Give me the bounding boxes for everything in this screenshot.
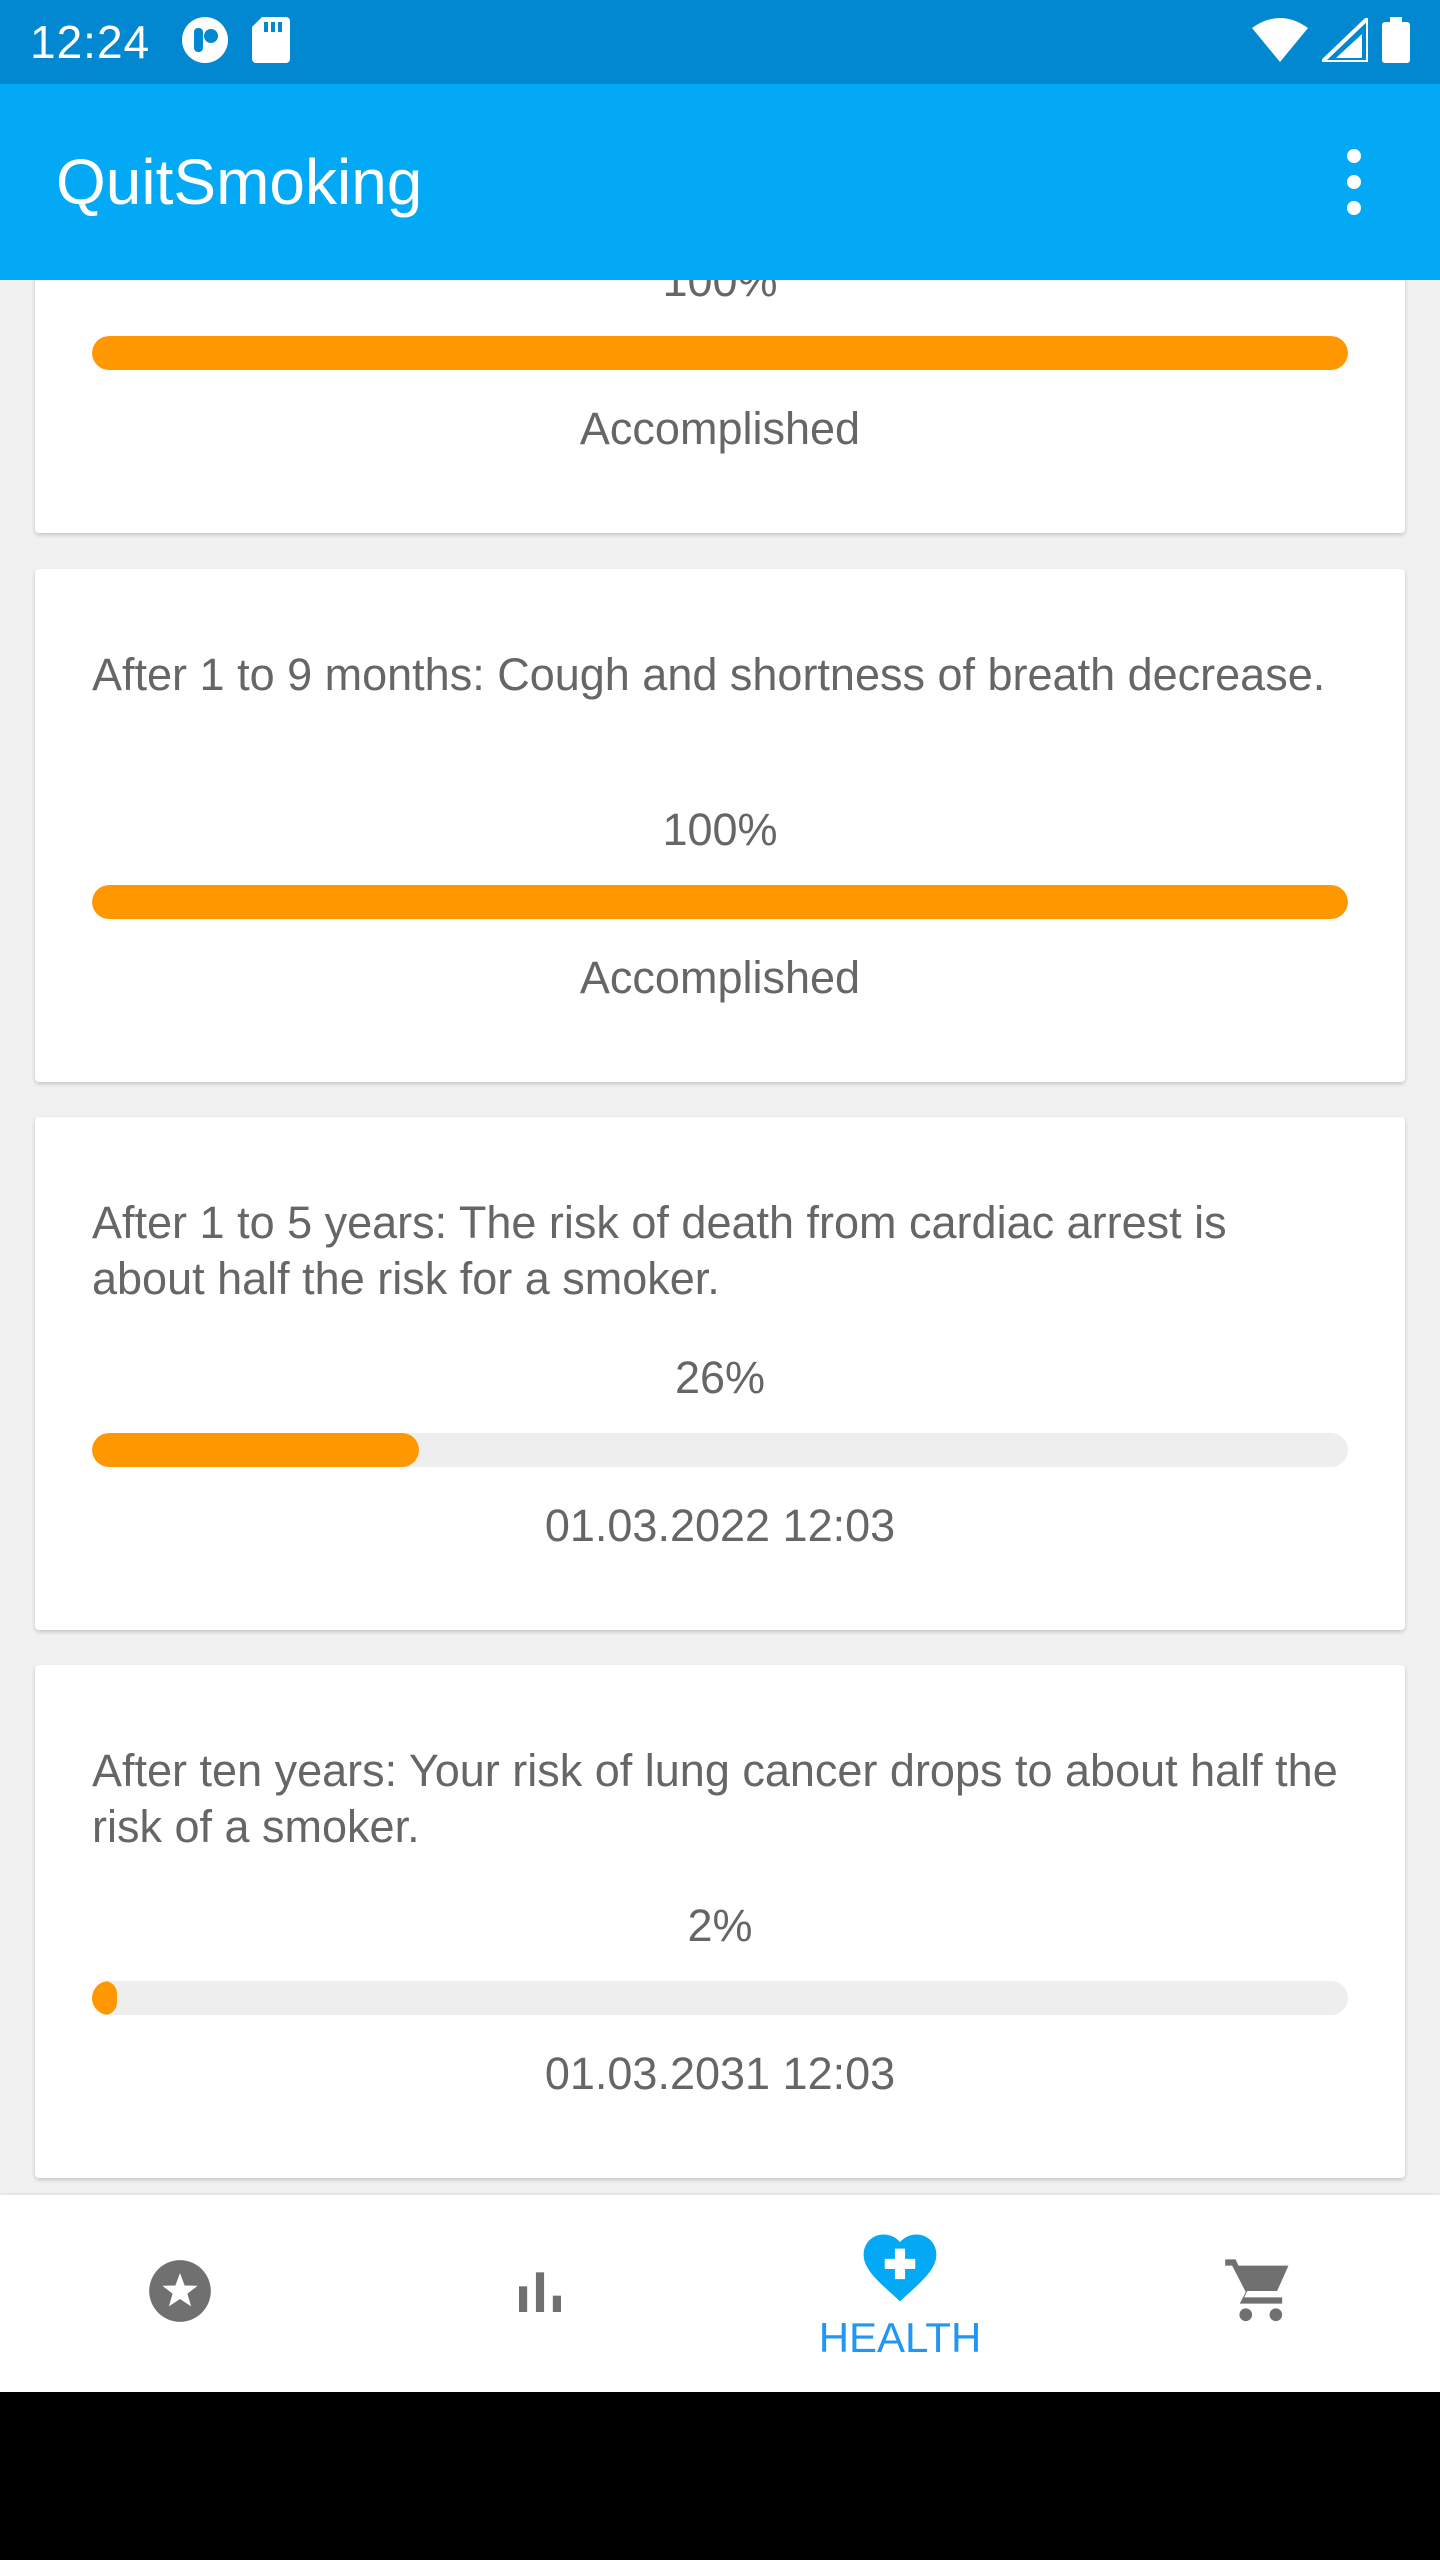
milestone-progress-fill [92, 1981, 118, 2015]
more-vert-dot [1347, 201, 1361, 215]
milestone-status: 01.03.2022 12:03 [544, 1500, 896, 1551]
bar-chart-icon [512, 2263, 568, 2324]
milestone-description: After 1 to 5 years: The risk of death fr… [92, 1197, 1227, 1304]
milestone-progress-fill [92, 885, 1348, 919]
milestone-progress-fill [92, 1433, 419, 1467]
bottom-navigation: HEALTH [0, 2195, 1440, 2392]
nav-shop[interactable] [1080, 2195, 1440, 2392]
nav-health-label: HEALTH [818, 2314, 982, 2361]
cell-signal-icon [1317, 12, 1370, 67]
milestone-card: 100% Accomplished [35, 280, 1405, 533]
milestone-card: After 1 to 9 months: Cough and shortness… [35, 569, 1405, 1082]
milestone-percent: 100% [662, 280, 778, 306]
milestone-progress-bar [92, 885, 1348, 919]
health-milestones-list[interactable]: 100% Accomplished After 1 to 9 months: C… [0, 280, 1440, 2195]
milestone-progress-bar [92, 336, 1348, 370]
milestone-status: Accomplished [579, 952, 861, 1003]
milestone-card: After 1 to 5 years: The risk of death fr… [35, 1117, 1405, 1630]
milestone-progress-fill [92, 336, 1348, 370]
shopping-cart-icon [1222, 2253, 1298, 2334]
more-vert-icon [1347, 149, 1361, 163]
milestone-percent: 100% [662, 804, 778, 855]
star-circle-icon [143, 2254, 217, 2333]
milestone-description: After ten years: Your risk of lung cance… [92, 1745, 1338, 1852]
screen: 12:24 QuitSmoking 100% Accomplished Afte… [0, 0, 1440, 2560]
sd-card-icon [252, 16, 291, 68]
milestone-progress-bar [92, 1433, 1348, 1467]
nav-achievements[interactable] [0, 2195, 360, 2392]
nav-health[interactable]: HEALTH [720, 2195, 1080, 2392]
app-title: QuitSmoking [56, 146, 423, 218]
milestone-percent: 2% [687, 1900, 753, 1951]
nav-statistics[interactable] [360, 2195, 720, 2392]
system-navigation-bar [0, 2392, 1440, 2560]
status-time: 12:24 [30, 16, 151, 68]
heart-plus-icon [856, 2225, 944, 2310]
milestone-description: After 1 to 9 months: Cough and shortness… [92, 649, 1326, 700]
battery-icon [1382, 16, 1410, 68]
overflow-menu-button[interactable] [1324, 132, 1384, 232]
app-bar: QuitSmoking [0, 84, 1440, 280]
milestone-percent: 26% [674, 1352, 766, 1403]
wifi-icon [1252, 17, 1308, 67]
milestone-status: Accomplished [579, 403, 861, 454]
milestone-card: After ten years: Your risk of lung cance… [35, 1665, 1405, 2178]
notification-app-icon [180, 15, 230, 70]
milestone-progress-bar [92, 1981, 1348, 2015]
milestone-status: 01.03.2031 12:03 [544, 2048, 896, 2099]
more-vert-dot [1347, 175, 1361, 189]
status-bar: 12:24 [0, 0, 1440, 84]
